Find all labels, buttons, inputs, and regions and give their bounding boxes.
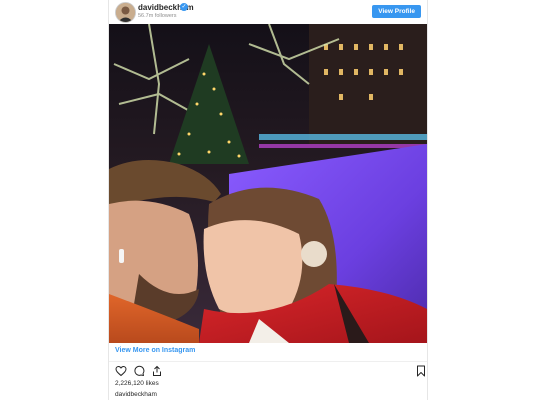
view-profile-button[interactable]: View Profile [372, 5, 421, 18]
comment-icon[interactable] [133, 365, 145, 377]
caption-username[interactable]: davidbeckham [115, 391, 157, 398]
follower-count: 56.7m followers [138, 13, 177, 19]
view-more-link[interactable]: View More on Instagram [115, 347, 195, 354]
divider [109, 361, 427, 362]
share-icon[interactable] [151, 365, 163, 377]
bookmark-icon[interactable] [415, 365, 427, 377]
avatar[interactable] [115, 2, 136, 23]
post-photo[interactable] [109, 24, 427, 343]
instagram-embed-card: davidbeckham ✓ 56.7m followers View Prof… [108, 0, 428, 400]
heart-icon[interactable] [115, 365, 127, 377]
verified-badge-icon: ✓ [180, 3, 188, 11]
post-header: davidbeckham ✓ 56.7m followers View Prof… [109, 0, 427, 24]
likes-count: 2,226,120 likes [115, 380, 159, 387]
